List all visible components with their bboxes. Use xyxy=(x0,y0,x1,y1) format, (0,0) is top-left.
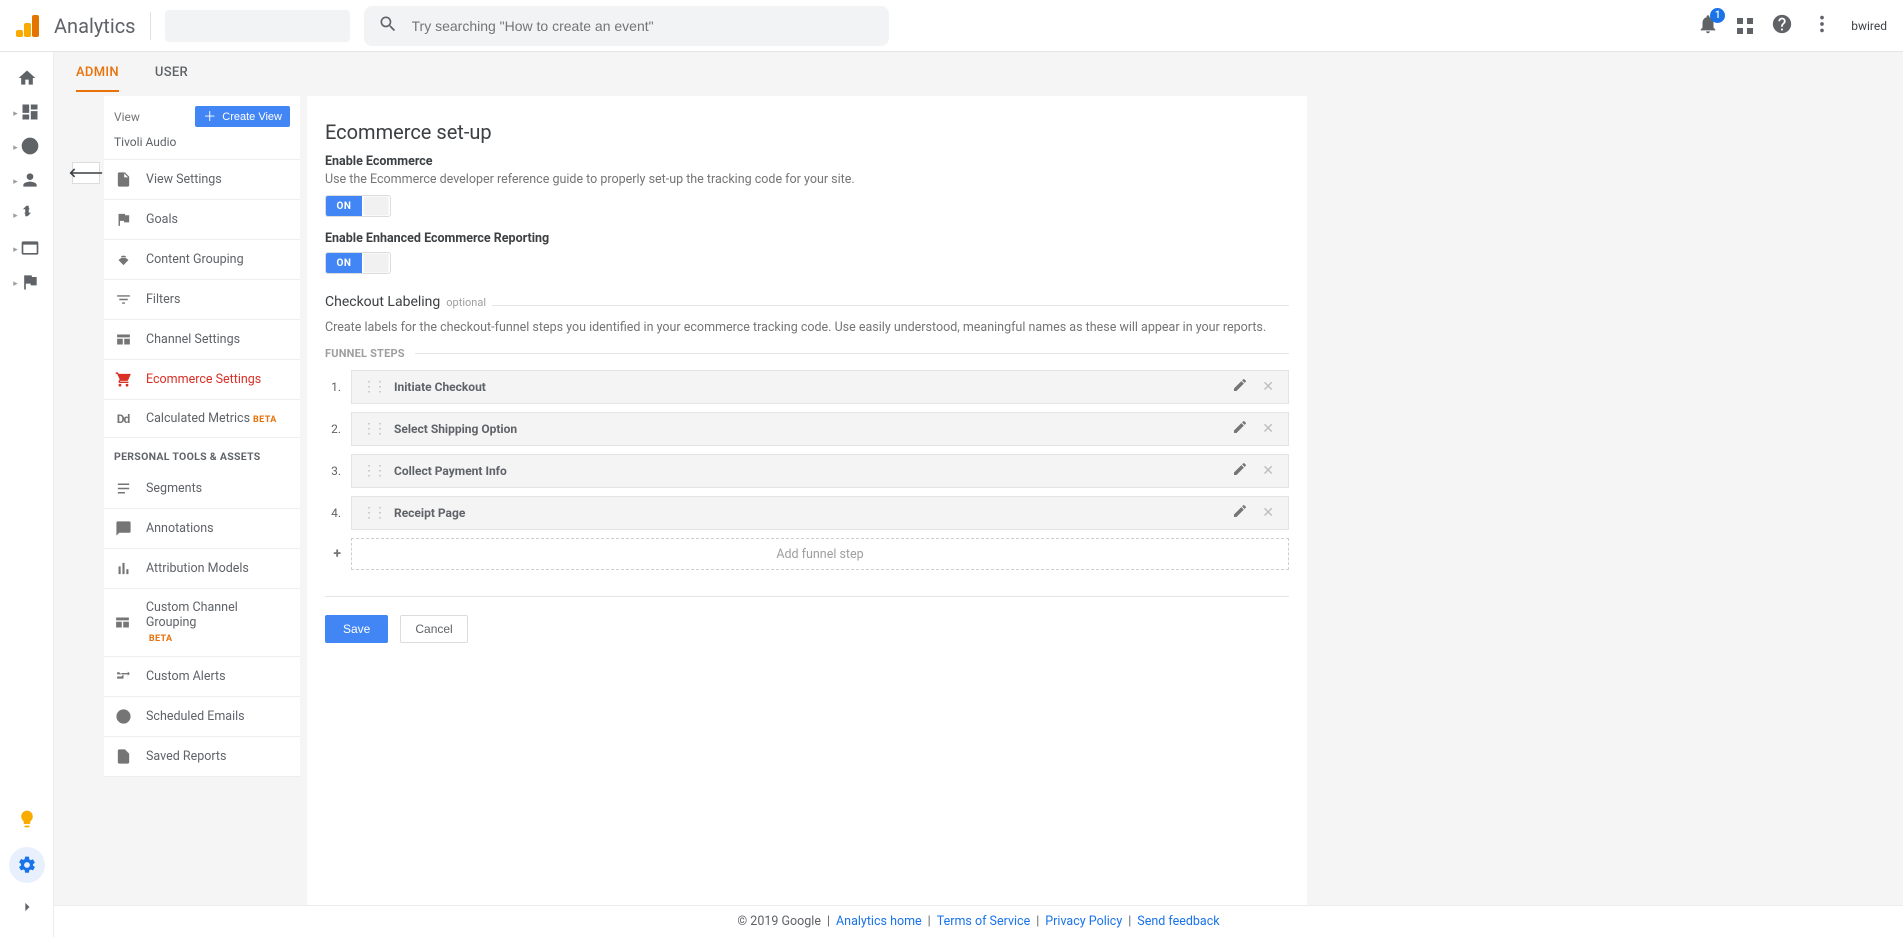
footer-link[interactable]: Analytics home xyxy=(836,914,922,929)
settings-page: Ecommerce set-up Enable Ecommerce Use th… xyxy=(307,96,1307,905)
page-title: Ecommerce set-up xyxy=(325,120,1289,144)
user-label[interactable]: bwired xyxy=(1851,19,1887,33)
delete-icon[interactable]: ✕ xyxy=(1258,463,1278,479)
top-bar: Analytics 1 bwired xyxy=(0,0,1903,52)
drag-handle-icon[interactable]: ⋮⋮ xyxy=(362,505,384,521)
nav-scheduled-emails[interactable]: Scheduled Emails xyxy=(104,697,300,737)
search-input[interactable] xyxy=(412,18,875,34)
save-button[interactable]: Save xyxy=(325,615,388,643)
enable-ecommerce-label: Enable Ecommerce xyxy=(325,154,1289,169)
footer-link[interactable]: Send feedback xyxy=(1137,914,1219,929)
discover-icon[interactable] xyxy=(17,809,37,833)
nav-goals[interactable]: Goals xyxy=(104,200,300,240)
footer: © 2019 Google| Analytics home| Terms of … xyxy=(54,905,1903,937)
search-bar[interactable] xyxy=(364,6,889,46)
personal-tools-header: PERSONAL TOOLS & ASSETS xyxy=(104,438,300,469)
funnel-step: 2. ⋮⋮ Select Shipping Option ✕ xyxy=(325,412,1289,446)
enable-enhanced-label: Enable Enhanced Ecommerce Reporting xyxy=(325,231,1289,246)
help-button[interactable] xyxy=(1771,13,1793,39)
nav-channel-settings[interactable]: Channel Settings xyxy=(104,320,300,360)
rail-home[interactable] xyxy=(0,66,53,94)
ga-logo[interactable]: Analytics xyxy=(16,13,136,39)
edit-icon[interactable] xyxy=(1232,377,1248,397)
tab-user[interactable]: USER xyxy=(155,65,188,92)
drag-handle-icon[interactable]: ⋮⋮ xyxy=(362,421,384,437)
rail-realtime[interactable]: ▸ xyxy=(0,134,53,162)
footer-link[interactable]: Terms of Service xyxy=(937,914,1030,929)
funnel-step: 4. ⋮⋮ Receipt Page ✕ xyxy=(325,496,1289,530)
rail-behavior[interactable]: ▸ xyxy=(0,236,53,264)
enable-ecommerce-help: Use the Ecommerce developer reference gu… xyxy=(325,172,1289,187)
tab-admin[interactable]: ADMIN xyxy=(76,65,119,92)
delete-icon[interactable]: ✕ xyxy=(1258,421,1278,437)
drag-handle-icon[interactable]: ⋮⋮ xyxy=(362,379,384,395)
cancel-button[interactable]: Cancel xyxy=(400,615,467,643)
notification-badge: 1 xyxy=(1710,8,1725,23)
view-column: View ＋Create View Tivoli Audio View Sett… xyxy=(104,96,300,777)
property-picker[interactable] xyxy=(165,10,350,42)
nav-custom-alerts[interactable]: Custom Alerts xyxy=(104,657,300,697)
edit-icon[interactable] xyxy=(1232,503,1248,523)
nav-view-settings[interactable]: View Settings xyxy=(104,160,300,200)
more-button[interactable] xyxy=(1811,13,1833,39)
delete-icon[interactable]: ✕ xyxy=(1258,505,1278,521)
admin-tabs: ADMIN USER xyxy=(54,52,1903,92)
apps-icon[interactable] xyxy=(1737,18,1753,34)
nav-annotations[interactable]: Annotations xyxy=(104,509,300,549)
nav-segments[interactable]: Segments xyxy=(104,469,300,509)
rail-dashboard[interactable]: ▸ xyxy=(0,100,53,128)
nav-content-grouping[interactable]: Content Grouping xyxy=(104,240,300,280)
search-icon xyxy=(378,14,398,38)
nav-calculated-metrics[interactable]: DdCalculated MetricsBETA xyxy=(104,400,300,438)
admin-gear-button[interactable] xyxy=(9,847,45,883)
checkout-help: Create labels for the checkout-funnel st… xyxy=(325,320,1289,335)
funnel-step: 3. ⋮⋮ Collect Payment Info ✕ xyxy=(325,454,1289,488)
funnel-steps-list: 1. ⋮⋮ Initiate Checkout ✕ 2. ⋮⋮ Select S… xyxy=(325,370,1289,570)
rail-acquisition[interactable]: ▸ xyxy=(0,202,53,230)
nav-filters[interactable]: Filters xyxy=(104,280,300,320)
enable-enhanced-toggle[interactable]: ON xyxy=(325,252,391,274)
delete-icon[interactable]: ✕ xyxy=(1258,379,1278,395)
product-title: Analytics xyxy=(54,14,136,38)
analytics-icon xyxy=(16,13,42,39)
add-funnel-step-button[interactable]: Add funnel step xyxy=(351,538,1289,570)
back-button[interactable]: 🡐 xyxy=(72,162,100,184)
enable-ecommerce-toggle[interactable]: ON xyxy=(325,195,391,217)
nav-saved-reports[interactable]: Saved Reports xyxy=(104,737,300,777)
checkout-labeling-title: Checkout Labeling xyxy=(325,294,440,310)
notifications-button[interactable]: 1 xyxy=(1697,13,1719,39)
nav-attribution-models[interactable]: Attribution Models xyxy=(104,549,300,589)
edit-icon[interactable] xyxy=(1232,461,1248,481)
optional-label: optional xyxy=(446,296,486,309)
view-label: View xyxy=(114,110,140,124)
rail-conversions[interactable]: ▸ xyxy=(0,270,53,298)
plus-icon: + xyxy=(325,546,341,562)
collapse-icon[interactable] xyxy=(17,897,37,921)
nav-ecommerce-settings[interactable]: Ecommerce Settings xyxy=(104,360,300,400)
view-name[interactable]: Tivoli Audio xyxy=(104,133,300,160)
rail-audience[interactable]: ▸ xyxy=(0,168,53,196)
divider xyxy=(150,12,151,40)
funnel-step: 1. ⋮⋮ Initiate Checkout ✕ xyxy=(325,370,1289,404)
create-view-button[interactable]: ＋Create View xyxy=(195,106,290,127)
nav-custom-channel-grouping[interactable]: Custom Channel GroupingBETA xyxy=(104,589,300,657)
footer-link[interactable]: Privacy Policy xyxy=(1045,914,1122,929)
left-rail: ▸ ▸ ▸ ▸ ▸ ▸ xyxy=(0,52,54,937)
drag-handle-icon[interactable]: ⋮⋮ xyxy=(362,463,384,479)
edit-icon[interactable] xyxy=(1232,419,1248,439)
funnel-steps-label: FUNNEL STEPS xyxy=(325,347,405,360)
